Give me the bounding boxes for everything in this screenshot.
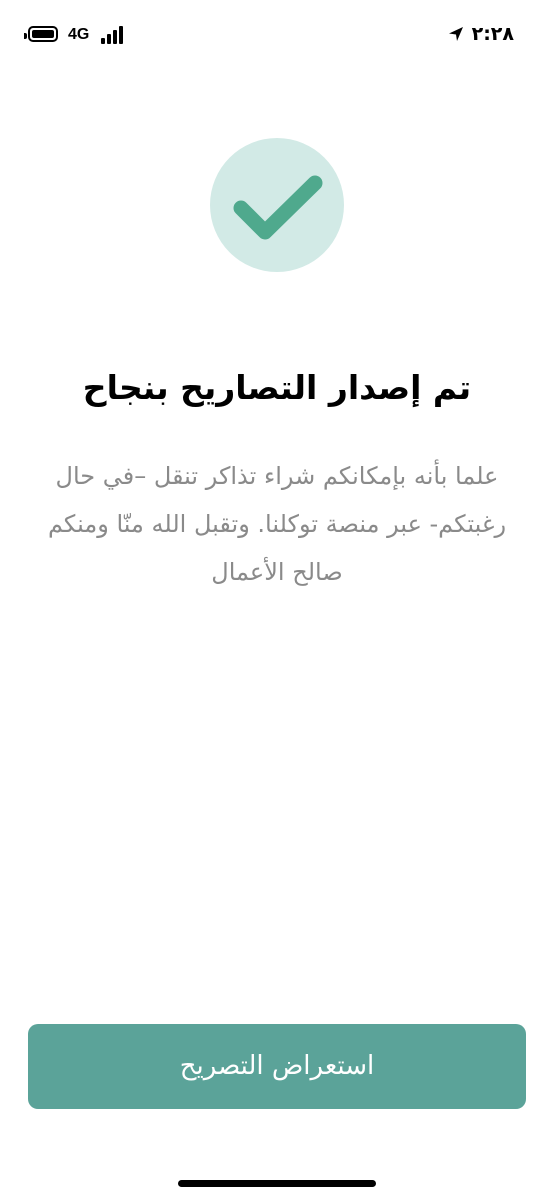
signal-icon — [101, 26, 127, 44]
battery-icon — [28, 26, 58, 42]
view-permit-button[interactable]: استعراض التصريح — [28, 1024, 526, 1109]
location-arrow-icon — [448, 27, 463, 41]
network-type: 4G — [68, 26, 90, 43]
battery-tip — [24, 33, 27, 39]
status-bar: 4G ٢:٢٨ — [0, 0, 554, 70]
success-title: تم إصدار التصاريح بنجاح — [82, 368, 472, 407]
home-indicator[interactable] — [178, 1180, 376, 1187]
time-group: ٢:٢٨ — [448, 22, 514, 46]
checkmark-icon — [233, 175, 323, 240]
success-badge — [210, 138, 344, 272]
success-message: علما بأنه بإمكانكم شراء تذاكر تنقل –في ح… — [47, 462, 507, 586]
status-time: ٢:٢٨ — [471, 23, 514, 45]
